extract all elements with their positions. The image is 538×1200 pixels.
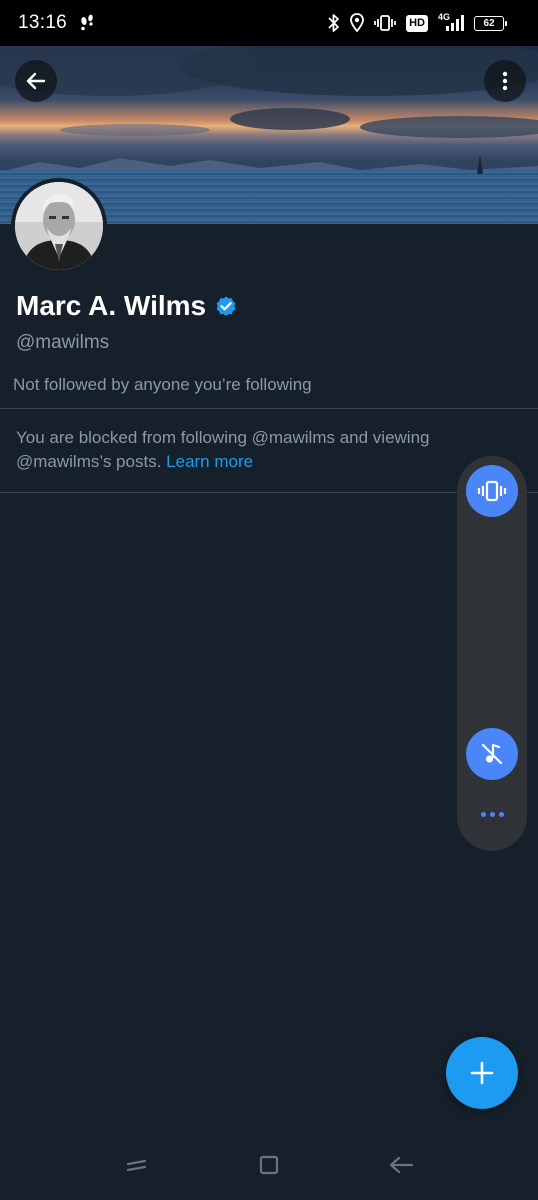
bluetooth-icon (328, 11, 340, 35)
more-horizontal-icon[interactable] (481, 812, 504, 817)
profile-name: Marc A. Wilms (16, 290, 238, 322)
network-label: 4G (437, 12, 450, 22)
learn-more-link[interactable]: Learn more (166, 452, 253, 471)
mute-media-button[interactable] (466, 728, 518, 780)
sound-mode-panel (457, 456, 527, 851)
nav-back-button[interactable] (388, 1152, 414, 1178)
blocked-notice: You are blocked from following @mawilms … (16, 426, 486, 474)
vibrate-mode-button[interactable] (466, 465, 518, 517)
followers-note: Not followed by anyone you’re following (13, 375, 312, 394)
battery-level: 62 (483, 17, 495, 29)
more-options-button[interactable] (484, 60, 526, 102)
back-button[interactable] (15, 60, 57, 102)
vibrate-icon (374, 11, 396, 35)
recents-icon (126, 1159, 147, 1172)
recents-button[interactable] (124, 1152, 150, 1178)
profile-name-text: Marc A. Wilms (16, 290, 207, 321)
back-icon (389, 1156, 414, 1174)
system-nav-bar (0, 1130, 538, 1200)
compose-button[interactable] (446, 1037, 518, 1109)
more-vertical-icon (502, 71, 508, 91)
battery-icon: 62 (474, 11, 507, 35)
home-icon (259, 1155, 279, 1175)
home-button[interactable] (256, 1152, 282, 1178)
music-off-icon (481, 743, 503, 765)
arrow-left-icon (26, 72, 46, 90)
signal-icon: 4G (438, 11, 464, 35)
verified-badge-icon (214, 294, 238, 318)
footsteps-icon (79, 14, 97, 32)
profile-handle: @mawilms (16, 332, 110, 353)
divider (0, 408, 538, 409)
vibrate-icon (477, 480, 507, 502)
status-bar: 13:16 HD 4G 62 (0, 0, 538, 46)
plus-icon (470, 1061, 494, 1085)
hd-label: HD (406, 14, 428, 32)
status-icons: HD 4G 62 (328, 11, 507, 35)
hd-icon: HD (406, 11, 428, 35)
status-time: 13:16 (18, 12, 68, 33)
avatar[interactable] (11, 178, 107, 274)
location-icon (350, 11, 364, 35)
